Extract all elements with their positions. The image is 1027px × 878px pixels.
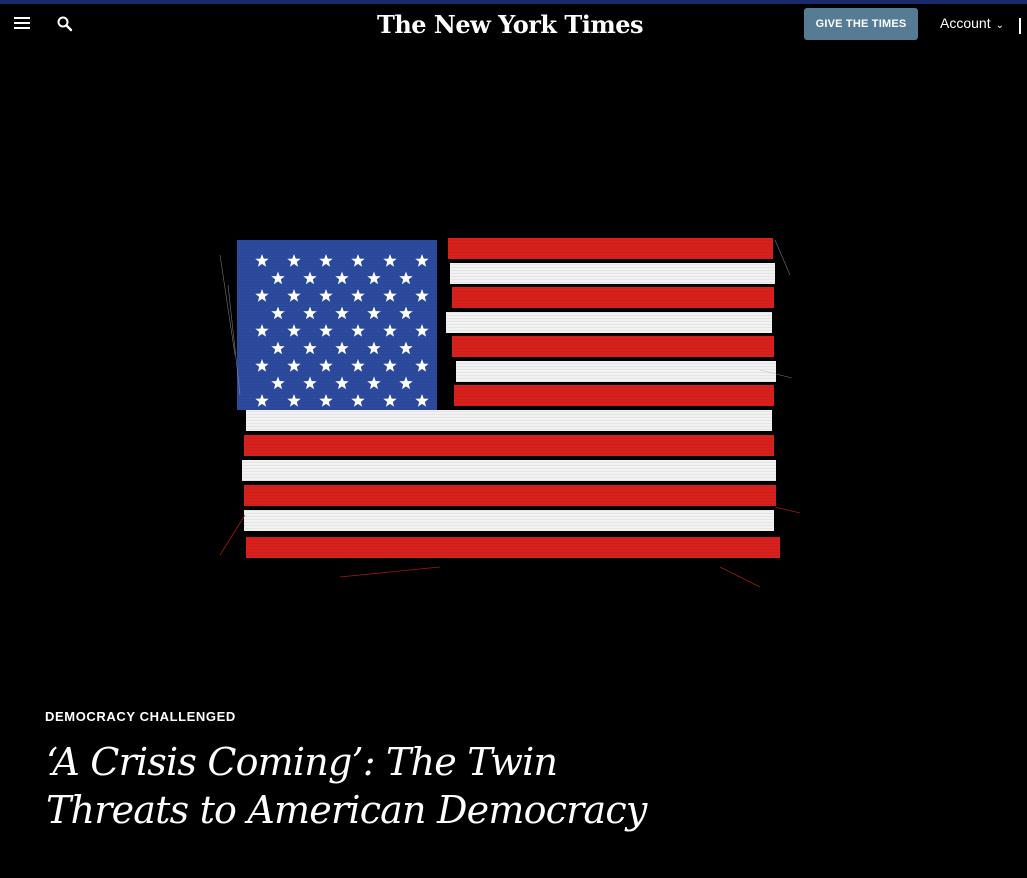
article-headline[interactable]: ‘A Crisis Coming’: The Twin Threats to A… xyxy=(46,738,686,834)
chevron-down-icon: ⌄ xyxy=(995,20,1004,31)
search-icon[interactable] xyxy=(56,15,74,33)
section-kicker[interactable]: DEMOCRACY CHALLENGED xyxy=(45,709,236,724)
hamburger-menu-icon[interactable] xyxy=(14,17,30,31)
account-label: Account xyxy=(940,15,991,31)
give-the-times-button[interactable]: GIVE THE TIMES xyxy=(804,8,918,40)
nyt-logo[interactable]: The New York Times xyxy=(340,10,680,39)
site-header: The New York Times GIVE THE TIMES Accoun… xyxy=(0,4,1027,44)
hero-flag-image xyxy=(200,195,820,605)
scroll-indicator xyxy=(1019,18,1021,34)
account-menu[interactable]: Account ⌄ xyxy=(940,15,1004,31)
